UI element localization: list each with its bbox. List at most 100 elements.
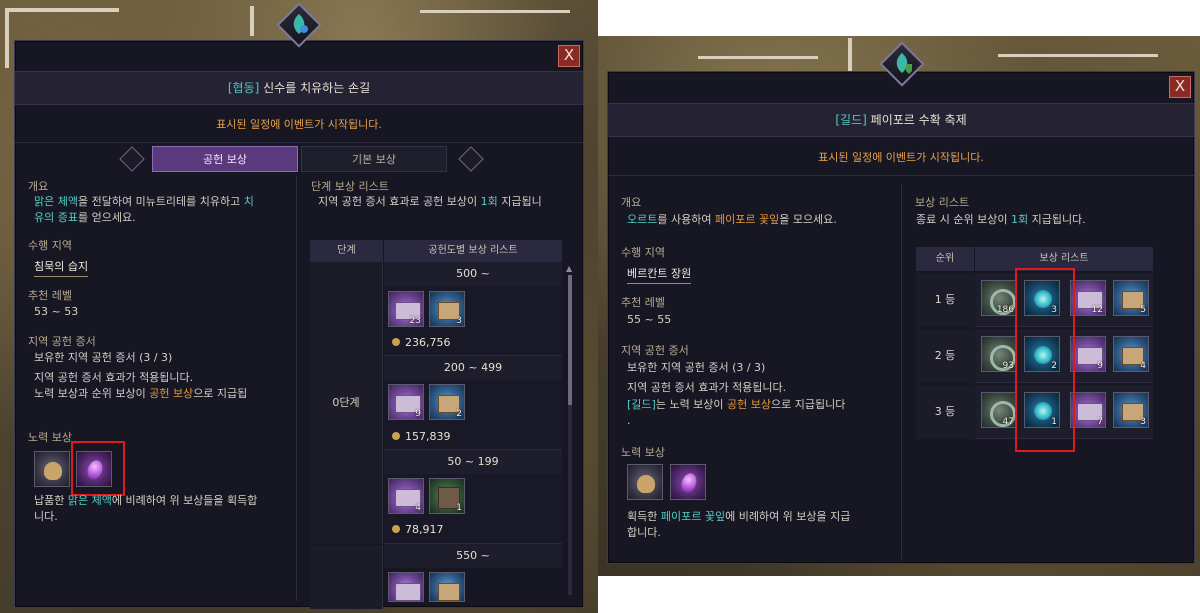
highlight-box xyxy=(1015,268,1075,452)
chest-icon[interactable]: 4 xyxy=(388,478,424,514)
chest-icon[interactable]: 12 xyxy=(1070,280,1106,316)
effort-heading: 노력 보상 xyxy=(28,431,72,444)
item-count: 5 xyxy=(1140,305,1146,315)
effort-text-part: 에 비례하여 위 보상을 지급 xyxy=(725,510,851,523)
proof-reward-note: [길드]는 노력 보상이 공헌 보상으로 지급됩니다 . xyxy=(627,397,899,429)
item-count: 47 xyxy=(1002,417,1014,427)
rank-desc-part: 지급됩니다. xyxy=(1031,213,1086,226)
rank-label: 2 등 xyxy=(916,329,974,383)
chest-icon[interactable]: 9 xyxy=(1070,336,1106,372)
item-count: 2 xyxy=(456,409,462,419)
scrollbar-thumb[interactable] xyxy=(568,275,572,405)
reward-tabs: 공헌 보상 기본 보상 xyxy=(15,146,583,172)
overview-heading: 개요 xyxy=(621,196,642,209)
guild-emblem-icon xyxy=(879,41,925,87)
overview-text-part: 을 모으세요. xyxy=(779,213,837,226)
item-count: 23 xyxy=(409,316,421,326)
proof-heading: 지역 공헌 증서 xyxy=(28,335,96,348)
column-divider xyxy=(901,184,902,559)
token-icon[interactable]: 47 xyxy=(981,392,1017,428)
effort-text-part: 합니다. xyxy=(627,526,661,539)
map-road xyxy=(9,8,119,12)
coin-amount: 78,917 xyxy=(405,523,444,536)
range-row: 550 ~ xyxy=(384,544,562,568)
proof-highlight: [길드] xyxy=(627,398,656,411)
overview-highlight: 맑은 체액 xyxy=(34,195,78,208)
event-notice: 표시된 일정에 이벤트가 시작됩니다. xyxy=(15,107,583,143)
tab-basic-reward[interactable]: 기본 보상 xyxy=(301,146,447,172)
column-divider xyxy=(296,176,297,601)
token-icon[interactable]: 93 xyxy=(981,336,1017,372)
map-road xyxy=(420,10,570,13)
stage-desc-part: 지역 공헌 증서 효과로 공헌 보상이 xyxy=(318,195,478,208)
coin-reward: 157,839 xyxy=(392,430,451,443)
title-tag: [협동] xyxy=(227,81,260,95)
event-window-guild: X [길드] 페이포르 수확 축제 표시된 일정에 이벤트가 시작됩니다. 개요… xyxy=(607,41,1195,564)
proof-reward-note: 노력 보상과 순위 보상이 공헌 보상으로 지급됩 xyxy=(34,386,294,402)
effort-desc: 납품한 맑은 체액에 비례하여 위 보상들을 획득합 니다. xyxy=(34,493,294,525)
tab-ornament-left xyxy=(119,146,145,172)
token-icon[interactable]: 186 xyxy=(981,280,1017,316)
coin-icon xyxy=(392,432,400,440)
scroll-up-icon[interactable]: ▲ xyxy=(566,265,574,273)
chest-icon[interactable] xyxy=(388,572,424,602)
tab-contribution-reward[interactable]: 공헌 보상 xyxy=(152,146,298,172)
region-heading: 수행 지역 xyxy=(28,239,72,252)
range-row: 50 ~ 199 xyxy=(384,450,562,474)
proof-text-part: . xyxy=(627,414,631,427)
proof-count: 보유한 지역 공헌 증서 (3 / 3) xyxy=(34,351,173,364)
proof-heading: 지역 공헌 증서 xyxy=(621,344,689,357)
overview-heading: 개요 xyxy=(28,180,49,193)
item-count: 4 xyxy=(1140,361,1146,371)
col-stage-header: 단계 xyxy=(310,240,383,262)
region-value[interactable]: 침묵의 습지 xyxy=(34,258,89,277)
box-icon[interactable]: 4 xyxy=(1113,336,1149,372)
coin-amount: 236,756 xyxy=(405,336,451,349)
region-value[interactable]: 베르칸트 장원 xyxy=(627,265,692,284)
close-button[interactable]: X xyxy=(1169,76,1191,98)
map-road xyxy=(848,38,852,74)
proof-effect: 지역 공헌 증서 효과가 적용됩니다. xyxy=(627,381,787,394)
chest-icon[interactable]: 23 xyxy=(388,291,424,327)
event-notice: 표시된 일정에 이벤트가 시작됩니다. xyxy=(608,140,1194,176)
reward-pouch-icon[interactable] xyxy=(627,464,663,500)
map-road xyxy=(698,56,818,59)
coin-icon xyxy=(392,525,400,533)
proof-text-part: 으로 지급됩 xyxy=(193,387,248,400)
proof-text-part: 는 노력 보상이 xyxy=(655,398,724,411)
title-text: 페이포르 수확 축제 xyxy=(870,113,967,127)
item-count: 93 xyxy=(1002,361,1014,371)
rank-desc-part: 종료 시 순위 보상이 xyxy=(916,213,1008,226)
item-count: 9 xyxy=(1097,361,1103,371)
close-button[interactable]: X xyxy=(558,45,580,67)
box-icon[interactable]: 5 xyxy=(1113,280,1149,316)
rank-list-heading: 보상 리스트 xyxy=(915,196,970,209)
stage-cell-next xyxy=(310,545,383,609)
item-count: 186 xyxy=(996,305,1014,315)
item-count: 9 xyxy=(415,409,421,419)
chest-icon[interactable]: 9 xyxy=(388,384,424,420)
box-icon[interactable]: 3 xyxy=(429,291,465,327)
overview-text: 오르트를 사용하여 페이포르 꽃잎을 모으세요. xyxy=(627,212,897,228)
window-title: [길드] 페이포르 수확 축제 xyxy=(608,103,1194,137)
reward-gem-icon[interactable] xyxy=(670,464,706,500)
box-icon[interactable] xyxy=(429,572,465,602)
col-list-header: 공헌도별 보상 리스트 xyxy=(384,240,562,262)
stage-list-desc: 지역 공헌 증서 효과로 공헌 보상이 1회 지급됩니 xyxy=(318,194,578,210)
rank-list-desc: 종료 시 순위 보상이 1회 지급됩니다. xyxy=(916,212,1186,228)
book-icon[interactable]: 1 xyxy=(429,478,465,514)
proof-highlight: 공헌 보상 xyxy=(149,387,194,400)
box-icon[interactable]: 3 xyxy=(1113,392,1149,428)
coin-reward: 78,917 xyxy=(392,523,444,536)
rank-desc-highlight: 1회 xyxy=(1010,213,1029,226)
box-icon[interactable]: 2 xyxy=(429,384,465,420)
effort-text-part: 에 비례하여 위 보상들을 획득합 xyxy=(111,494,258,507)
effort-highlight: 페이포르 꽃잎 xyxy=(660,510,726,523)
chest-icon[interactable]: 7 xyxy=(1070,392,1106,428)
effort-desc: 획득한 페이포르 꽃잎에 비례하여 위 보상을 지급 합니다. xyxy=(627,509,897,541)
proof-count: 보유한 지역 공헌 증서 (3 / 3) xyxy=(627,361,766,374)
overview-highlight: 치 xyxy=(243,195,254,208)
reward-pouch-icon[interactable] xyxy=(34,451,70,487)
overview-highlight: 오르트 xyxy=(627,213,658,226)
overview-highlight: 유의 증표 xyxy=(34,211,78,224)
